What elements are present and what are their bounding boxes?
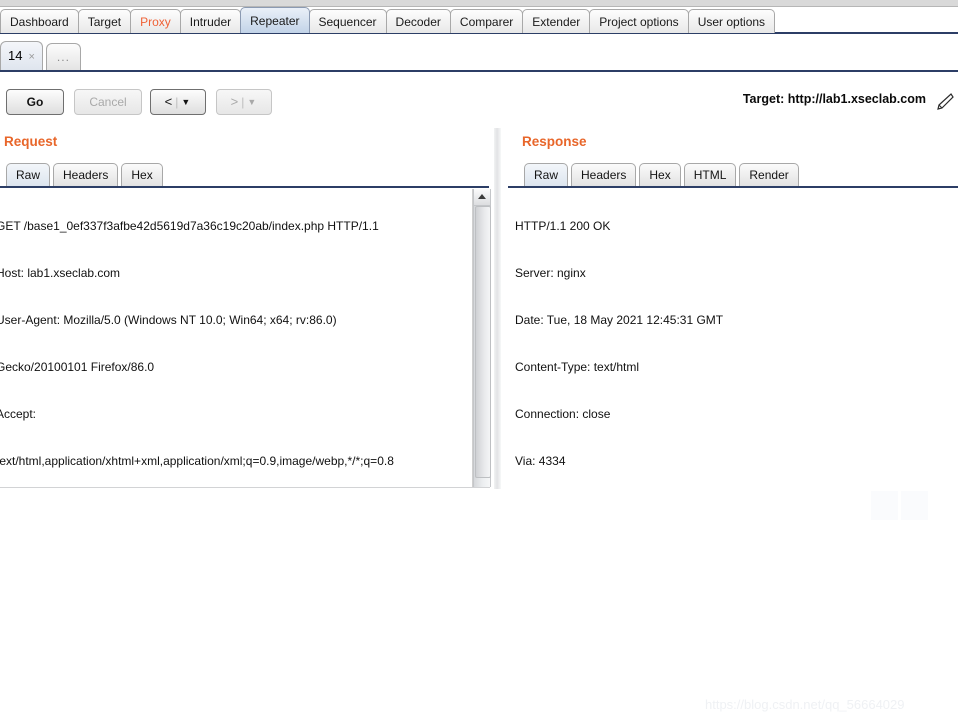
repeater-tab-14[interactable]: 14 × — [0, 41, 43, 70]
repeater-toolbar: Go Cancel < | ▼ > | ▼ Target: http://lab1.xs… — [0, 76, 958, 124]
request-tab-raw[interactable]: Raw — [6, 163, 51, 186]
request-line: Host: lab1.xseclab.com — [0, 266, 121, 280]
request-scrollbar-thumb[interactable] — [475, 206, 491, 478]
tab-proxy[interactable]: Proxy — [130, 9, 181, 33]
request-tab-raw-label: Raw — [16, 168, 41, 182]
tab-target-label: Target — [87, 15, 122, 29]
response-panel-title: Response — [522, 134, 587, 149]
response-tab-headers-label: Headers — [581, 168, 627, 182]
tab-sequencer[interactable]: Sequencer — [308, 9, 387, 33]
response-header-line: Server: nginx — [515, 266, 586, 280]
watermark-artifact — [871, 491, 928, 520]
response-tab-html-label: HTML — [693, 168, 727, 182]
tab-repeater[interactable]: Repeater — [240, 7, 310, 33]
forward-separator: | — [241, 95, 246, 109]
tab-intruder[interactable]: Intruder — [179, 9, 242, 33]
repeater-tab-new[interactable]: ... — [45, 43, 81, 70]
chevron-down-icon: ▼ — [181, 97, 192, 107]
tab-intruder-label: Intruder — [189, 15, 232, 29]
repeater-tab-bar: 14 × ... — [0, 41, 958, 72]
tab-comparer-label: Comparer — [459, 15, 514, 29]
response-tab-headers[interactable]: Headers — [571, 163, 637, 186]
tab-project-options[interactable]: Project options — [589, 9, 689, 33]
request-line: User-Agent: Mozilla/5.0 (Windows NT 10.0… — [0, 313, 337, 327]
response-header-line: Via: 4334 — [515, 454, 566, 468]
tab-comparer[interactable]: Comparer — [449, 9, 524, 33]
response-tab-render-label: Render — [749, 168, 789, 182]
request-tab-bar: Raw Headers Hex — [6, 163, 166, 187]
tab-extender[interactable]: Extender — [522, 9, 591, 33]
forward-button-inner: > | ▼ — [231, 90, 258, 115]
request-tab-headers-label: Headers — [63, 168, 109, 182]
pencil-icon[interactable] — [934, 90, 956, 112]
request-panel-rule — [0, 186, 489, 188]
tab-proxy-label: Proxy — [140, 15, 171, 29]
watermark-url: https://blog.csdn.net/qq_56664029 — [705, 697, 905, 712]
tab-target[interactable]: Target — [77, 9, 132, 33]
cancel-button[interactable]: Cancel — [74, 89, 142, 115]
bottom-blank-area — [0, 489, 958, 727]
request-editor[interactable]: GET /base1_0ef337f3afbe42d5619d7a36c19c2… — [0, 189, 473, 488]
request-line: Accept: — [0, 407, 37, 421]
chevron-down-icon: ▼ — [247, 97, 258, 107]
repeater-tab-new-label: ... — [56, 50, 70, 64]
response-panel-rule — [508, 186, 958, 188]
response-tab-hex-label: Hex — [649, 168, 671, 182]
tab-sequencer-label: Sequencer — [318, 15, 377, 29]
tab-dashboard-label: Dashboard — [10, 15, 69, 29]
request-tab-hex[interactable]: Hex — [121, 163, 163, 186]
request-tab-headers[interactable]: Headers — [53, 163, 119, 186]
response-tab-hex[interactable]: Hex — [639, 163, 681, 186]
response-tab-render[interactable]: Render — [739, 163, 799, 186]
back-button-inner: < | ▼ — [165, 90, 192, 115]
response-editor[interactable]: HTTP/1.1 200 OK Server: nginx Date: Tue,… — [509, 189, 958, 489]
response-tab-bar: Raw Headers Hex HTML Render — [524, 163, 802, 187]
cancel-button-label: Cancel — [89, 95, 127, 109]
forward-button[interactable]: > | ▼ — [216, 89, 272, 115]
window-top-strip — [0, 0, 958, 7]
back-arrow-icon: < — [164, 94, 174, 109]
close-icon[interactable]: × — [28, 51, 34, 63]
tab-decoder-label: Decoder — [395, 15, 441, 29]
response-header-line: Date: Tue, 18 May 2021 12:45:31 GMT — [515, 313, 724, 327]
tab-extender-label: Extender — [532, 15, 581, 29]
request-line: Gecko/20100101 Firefox/86.0 — [0, 360, 155, 374]
request-line: text/html,application/xhtml+xml,applicat… — [0, 454, 394, 468]
target-label: Target: http://lab1.xseclab.com — [742, 92, 926, 106]
main-tab-bar: Dashboard Target Proxy Intruder Repeater… — [0, 7, 958, 34]
tab-project-options-label: Project options — [599, 15, 679, 29]
request-scrollbar[interactable] — [473, 189, 491, 487]
request-tab-hex-label: Hex — [131, 168, 153, 182]
repeater-tab-14-label: 14 — [8, 48, 23, 63]
go-button[interactable]: Go — [6, 89, 64, 115]
request-panel-bottom-edge — [0, 487, 490, 488]
scroll-up-icon[interactable] — [474, 189, 490, 206]
response-header-line: Connection: close — [515, 407, 611, 421]
back-separator: | — [175, 95, 180, 109]
response-tab-raw[interactable]: Raw — [524, 163, 569, 186]
tab-user-options[interactable]: User options — [687, 9, 776, 33]
tab-decoder[interactable]: Decoder — [385, 9, 451, 33]
go-button-label: Go — [26, 95, 44, 109]
response-tab-html[interactable]: HTML — [683, 163, 737, 186]
request-line: GET /base1_0ef337f3afbe42d5619d7a36c19c2… — [0, 219, 379, 233]
tab-dashboard[interactable]: Dashboard — [0, 9, 79, 33]
tab-repeater-label: Repeater — [250, 14, 300, 28]
request-panel-title: Request — [4, 134, 58, 149]
response-header-line: Content-Type: text/html — [515, 360, 640, 374]
response-header-line: HTTP/1.1 200 OK — [515, 219, 611, 233]
tab-user-options-label: User options — [697, 15, 766, 29]
forward-arrow-icon: > — [230, 94, 240, 109]
response-tab-raw-label: Raw — [534, 168, 559, 182]
back-button[interactable]: < | ▼ — [150, 89, 206, 115]
